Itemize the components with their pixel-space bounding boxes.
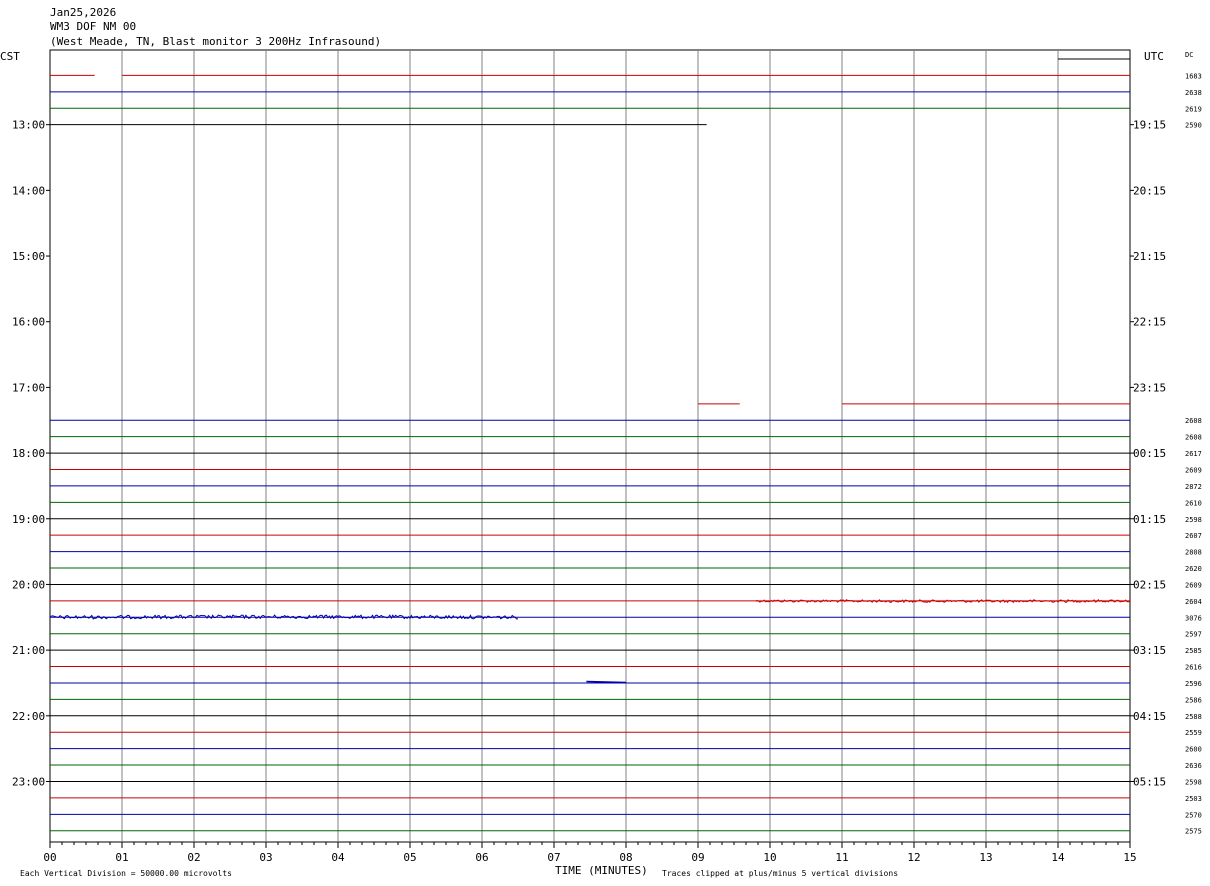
left-hour-label: 13:00: [12, 119, 45, 132]
right-hour-label: 05:15: [1133, 775, 1166, 788]
header-station: WM3 DOF NM 00: [50, 20, 136, 33]
x-axis-ticks: 00 01 02 03 04 05 06 07 08 09 10 11 12 13 14 15: [43, 842, 1137, 864]
dc-value: 2503: [1185, 795, 1202, 803]
helicorder-chart: Jan25,2026 WM3 DOF NM 00 (West Meade, TN…: [0, 6, 1202, 878]
dc-value: 3076: [1185, 614, 1202, 622]
dc-label: DC: [1185, 51, 1193, 59]
x-tick-label: 07: [547, 851, 560, 864]
right-hour-label: 00:15: [1133, 447, 1166, 460]
left-hour-label: 18:00: [12, 447, 45, 460]
dc-value: 2608: [1185, 417, 1202, 425]
dc-value: 2588: [1185, 713, 1202, 721]
x-tick-label: 15: [1123, 851, 1136, 864]
dc-value: 2610: [1185, 499, 1202, 507]
dc-value: 2597: [1185, 631, 1202, 639]
right-hour-label: 01:15: [1133, 513, 1166, 526]
right-hour-label: 03:15: [1133, 644, 1166, 657]
trace-row-38-bump-0: [586, 680, 627, 684]
right-hour-label: 23:15: [1133, 381, 1166, 394]
dc-values: 1683 2638 2619 2590 2608 2608 2617 2609 2872 2610…: [1185, 72, 1202, 835]
dc-value: 2617: [1185, 450, 1202, 458]
x-tick-label: 02: [187, 851, 200, 864]
x-tick-label: 14: [1051, 851, 1065, 864]
right-hour-label: 21:15: [1133, 250, 1166, 263]
right-hour-label: 22:15: [1133, 316, 1166, 329]
dc-value: 2619: [1185, 105, 1202, 113]
dc-value: 2600: [1185, 746, 1202, 754]
left-hour-labels: 13:00 14:00 15:00 16:00 17:00 18:00 19:00 20:00…: [12, 119, 50, 788]
left-hour-label: 21:00: [12, 644, 45, 657]
dc-value: 2620: [1185, 565, 1202, 573]
right-hour-label: 20:15: [1133, 184, 1166, 197]
dc-value: 2616: [1185, 664, 1202, 672]
dc-value: 2570: [1185, 811, 1202, 819]
x-tick-label: 11: [835, 851, 848, 864]
dc-value: 2609: [1185, 581, 1202, 589]
left-hour-label: 14:00: [12, 184, 45, 197]
grid: [49, 49, 1131, 843]
right-axis-label: UTC: [1144, 50, 1164, 63]
dc-value: 2596: [1185, 680, 1202, 688]
dc-value: 2604: [1185, 598, 1202, 606]
dc-value: 2808: [1185, 549, 1202, 557]
dc-value: 2585: [1185, 647, 1202, 655]
dc-value: 2609: [1185, 467, 1202, 475]
right-hour-labels: 19:15 20:15 21:15 22:15 23:15 00:15 01:15 02:15…: [1130, 119, 1166, 788]
footer-left-note: Each Vertical Division = 50000.00 microv…: [20, 869, 232, 878]
x-tick-label: 10: [763, 851, 776, 864]
dc-value: 2872: [1185, 483, 1202, 491]
dc-value: 2586: [1185, 696, 1202, 704]
dc-value: 2638: [1185, 89, 1202, 97]
x-tick-label: 04: [331, 851, 345, 864]
dc-value: 2608: [1185, 434, 1202, 442]
dc-value: 2575: [1185, 828, 1202, 836]
dc-value: 2590: [1185, 122, 1202, 130]
footer-right-note: Traces clipped at plus/minus 5 vertical …: [662, 869, 898, 878]
x-tick-label: 12: [907, 851, 920, 864]
x-tick-label: 13: [979, 851, 992, 864]
right-hour-label: 04:15: [1133, 710, 1166, 723]
chart-footer: Each Vertical Division = 50000.00 microv…: [20, 864, 898, 878]
x-tick-label: 00: [43, 851, 56, 864]
chart-header: Jan25,2026 WM3 DOF NM 00 (West Meade, TN…: [50, 6, 381, 48]
left-hour-label: 16:00: [12, 316, 45, 329]
right-hour-label: 19:15: [1133, 119, 1166, 132]
dc-value: 2598: [1185, 516, 1202, 524]
left-hour-label: 15:00: [12, 250, 45, 263]
x-tick-label: 05: [403, 851, 416, 864]
dc-value: 2559: [1185, 729, 1202, 737]
left-hour-label: 19:00: [12, 513, 45, 526]
left-axis-label: CST: [0, 50, 20, 63]
dc-value: 2636: [1185, 762, 1202, 770]
x-tick-label: 03: [259, 851, 272, 864]
x-tick-label: 09: [691, 851, 704, 864]
dc-value: 2607: [1185, 532, 1202, 540]
x-tick-label: 06: [475, 851, 488, 864]
right-hour-label: 02:15: [1133, 578, 1166, 591]
x-tick-label: 01: [115, 851, 128, 864]
x-axis-label: TIME (MINUTES): [555, 864, 648, 877]
left-hour-label: 20:00: [12, 578, 45, 591]
traces: [49, 58, 1131, 832]
dc-value: 1683: [1185, 72, 1202, 80]
header-date: Jan25,2026: [50, 6, 116, 19]
header-description: (West Meade, TN, Blast monitor 3 200Hz I…: [50, 35, 381, 48]
left-hour-label: 22:00: [12, 710, 45, 723]
left-hour-label: 23:00: [12, 775, 45, 788]
plot-frame: [49, 49, 1131, 843]
dc-value: 2598: [1185, 778, 1202, 786]
left-hour-label: 17:00: [12, 381, 45, 394]
x-tick-label: 08: [619, 851, 632, 864]
